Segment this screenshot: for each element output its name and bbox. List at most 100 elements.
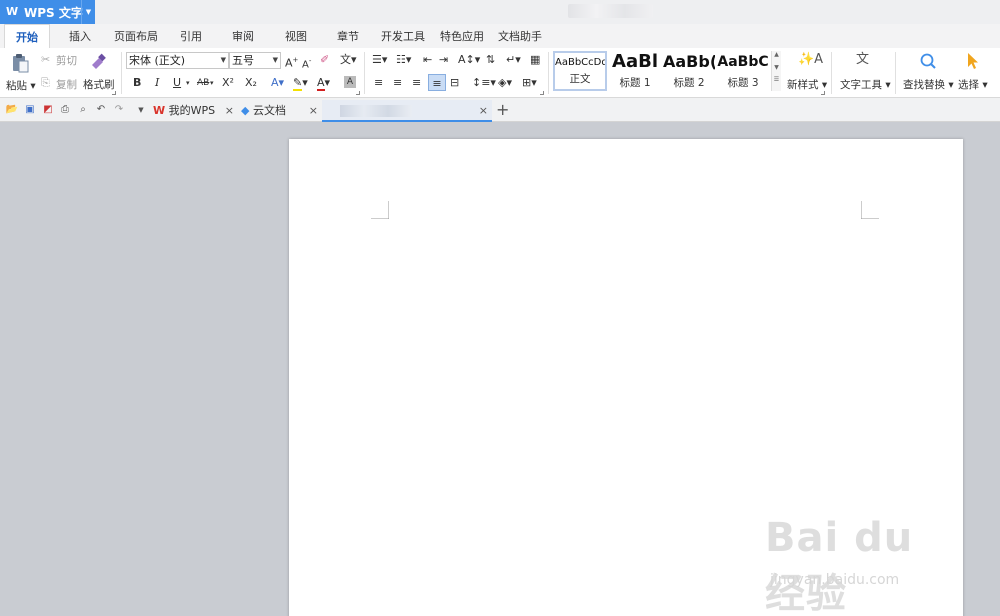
cursor-arrow-icon[interactable]: [966, 52, 980, 70]
style-heading-1[interactable]: AaBl 标题 1: [609, 51, 661, 91]
style-normal-label: 正文: [569, 73, 591, 85]
bold-button[interactable]: B: [133, 76, 141, 90]
tab-page-layout[interactable]: 页面布局: [110, 24, 162, 48]
close-icon[interactable]: ×: [479, 100, 488, 122]
font-name-dropdown[interactable]: 宋体 (正文) ▼: [126, 52, 229, 69]
tab-special-apps[interactable]: 特色应用: [437, 24, 487, 48]
style-normal-sample: AaBbCcDd: [555, 57, 607, 68]
title-bar: W WPS 文字 ▼: [0, 0, 1000, 24]
underline-button[interactable]: U: [173, 76, 181, 90]
text-effect-icon[interactable]: A▾: [271, 76, 284, 90]
new-style-button[interactable]: 新样式 ▾: [787, 77, 827, 92]
align-left-icon[interactable]: ≡: [374, 76, 383, 90]
clipboard-dialog-launcher[interactable]: [112, 91, 116, 95]
justify-icon[interactable]: ≡: [428, 74, 446, 91]
styles-scroll[interactable]: ▲ ▼ ☰: [771, 51, 781, 91]
phonetic-guide-icon[interactable]: 文▾: [340, 53, 357, 67]
grow-font-icon[interactable]: A+: [285, 53, 298, 71]
expand-gallery-icon[interactable]: ☰: [772, 76, 781, 83]
print-preview-icon[interactable]: ⌕: [76, 103, 90, 117]
open-folder-icon[interactable]: 📂: [5, 103, 19, 117]
chevron-down-icon: ▼: [272, 56, 278, 64]
text-tools-icon[interactable]: 文: [856, 53, 869, 67]
separator: [895, 52, 896, 94]
paste-button[interactable]: 粘贴 ▾: [6, 78, 36, 93]
format-painter-icon[interactable]: [89, 53, 107, 71]
app-menu-button[interactable]: W WPS 文字 ▼: [0, 0, 95, 24]
shrink-font-icon[interactable]: A-: [302, 54, 311, 72]
find-replace-button[interactable]: 查找替换 ▾: [903, 77, 954, 92]
doc-tab-cloud-docs[interactable]: ◆ 云文档 ×: [238, 100, 322, 122]
text-direction-icon[interactable]: A↕▾: [458, 53, 480, 67]
export-pdf-icon[interactable]: ◩: [41, 103, 55, 117]
copy-button[interactable]: 复制: [56, 77, 77, 92]
select-button[interactable]: 选择 ▾: [958, 77, 988, 92]
align-center-icon[interactable]: ≡: [393, 76, 402, 90]
chevron-up-icon[interactable]: ▲: [772, 51, 781, 58]
font-name-value: 宋体 (正文): [129, 54, 186, 67]
style-normal[interactable]: AaBbCcDd 正文: [553, 51, 607, 91]
customize-toolbar-icon[interactable]: ▼: [134, 103, 148, 117]
doc-tab-current[interactable]: ×: [322, 100, 492, 122]
margin-corner-top-left: [371, 201, 389, 219]
undo-icon[interactable]: ↶: [94, 103, 108, 117]
borders-icon[interactable]: ⊞▾: [522, 76, 537, 90]
print-icon[interactable]: ⎙: [58, 103, 72, 117]
tab-references[interactable]: 引用: [175, 24, 207, 48]
styles-dialog-launcher[interactable]: [821, 91, 825, 95]
new-tab-button[interactable]: +: [496, 100, 509, 120]
separator: [121, 52, 122, 94]
search-icon[interactable]: [919, 52, 937, 70]
strike-dropdown-icon[interactable]: ▾: [210, 76, 214, 90]
increase-indent-icon[interactable]: ⇥: [439, 53, 448, 67]
close-icon[interactable]: ×: [225, 100, 234, 122]
text-tools-button[interactable]: 文字工具 ▾: [840, 77, 891, 92]
show-marks-icon[interactable]: ↵▾: [506, 53, 521, 67]
highlight-icon[interactable]: ✎▾: [293, 76, 308, 91]
tab-home[interactable]: 开始: [4, 24, 50, 48]
superscript-button[interactable]: X²: [222, 76, 234, 90]
table-grid-icon[interactable]: ▦: [530, 53, 540, 67]
menu-bar: 开始 插入 页面布局 引用 审阅 视图 章节 开发工具 特色应用 文档助手: [0, 24, 1000, 48]
paragraph-dialog-launcher[interactable]: [540, 91, 544, 95]
subscript-button[interactable]: X₂: [245, 76, 257, 90]
doc-tab-my-wps[interactable]: W 我的WPS ×: [150, 100, 238, 122]
style-heading-2[interactable]: AaBb( 标题 2: [663, 51, 715, 91]
redo-icon[interactable]: ↷: [112, 103, 126, 117]
tab-developer[interactable]: 开发工具: [378, 24, 428, 48]
separator: [548, 52, 549, 94]
italic-button[interactable]: I: [155, 76, 159, 90]
doc-tab-label: 我的WPS: [168, 104, 216, 117]
format-painter-button[interactable]: 格式刷: [83, 77, 115, 92]
cut-button[interactable]: 剪切: [56, 53, 77, 68]
style-heading-3[interactable]: AaBbC 标题 3: [717, 51, 769, 91]
font-dialog-launcher[interactable]: [356, 91, 360, 95]
font-color-icon[interactable]: A▾: [317, 76, 330, 91]
numbered-list-icon[interactable]: ☷▾: [396, 53, 411, 67]
tab-view[interactable]: 视图: [280, 24, 312, 48]
chevron-down-icon: ▼: [220, 56, 226, 64]
font-size-dropdown[interactable]: 五号 ▼: [229, 52, 281, 69]
char-shading-icon[interactable]: A: [344, 76, 356, 88]
tab-chapter[interactable]: 章节: [332, 24, 364, 48]
shading-icon[interactable]: ◈▾: [498, 76, 512, 90]
sort-icon[interactable]: ⇅: [486, 53, 495, 67]
align-right-icon[interactable]: ≡: [412, 76, 421, 90]
decrease-indent-icon[interactable]: ⇤: [423, 53, 432, 67]
bullet-list-icon[interactable]: ☰▾: [372, 53, 387, 67]
paste-icon[interactable]: [10, 53, 30, 73]
line-spacing-icon[interactable]: ↕≡▾: [472, 76, 496, 90]
new-style-icon[interactable]: ✨A: [798, 53, 823, 67]
chevron-down-icon[interactable]: ▼: [772, 64, 781, 71]
strikethrough-button[interactable]: AB: [197, 76, 209, 90]
style-heading-3-sample: AaBbC: [717, 54, 769, 70]
clear-format-icon[interactable]: ✐: [320, 53, 329, 67]
save-icon[interactable]: ▣: [23, 103, 37, 117]
distributed-icon[interactable]: ⊟: [450, 76, 459, 90]
tab-doc-assistant[interactable]: 文档助手: [495, 24, 545, 48]
app-menu-dropdown-icon[interactable]: ▼: [81, 0, 95, 24]
close-icon[interactable]: ×: [309, 100, 318, 122]
tab-review[interactable]: 审阅: [227, 24, 259, 48]
tab-insert[interactable]: 插入: [62, 24, 98, 48]
underline-dropdown-icon[interactable]: ▾: [186, 76, 190, 90]
